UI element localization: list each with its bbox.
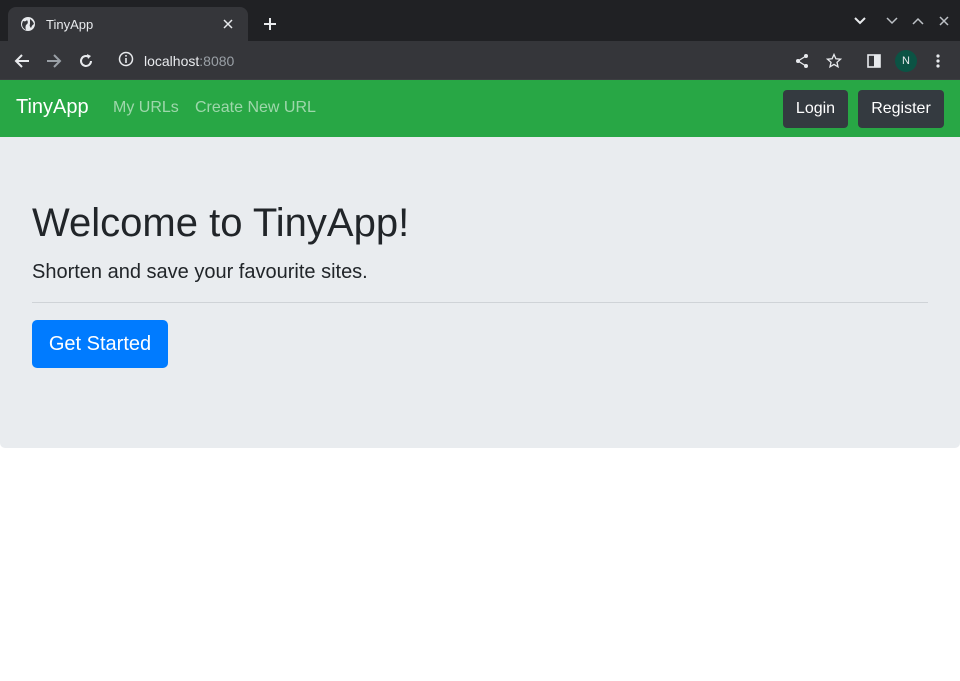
nav-link-create-new-url[interactable]: Create New URL [195,99,316,117]
hero-divider [32,302,928,303]
tab-search-icon[interactable] [851,12,869,30]
url-text: localhost:8080 [144,53,234,69]
login-button[interactable]: Login [783,90,848,128]
plus-icon[interactable] [258,12,282,36]
browser-tab-strip: TinyApp [0,0,960,41]
reload-icon[interactable] [74,49,98,73]
star-icon[interactable] [822,49,846,73]
minimize-icon[interactable] [883,12,901,30]
hero-lead: Shorten and save your favourite sites. [32,261,368,283]
globe-icon [20,16,36,32]
close-icon[interactable] [220,16,236,32]
window-close-icon[interactable] [935,12,953,30]
profile-avatar[interactable]: N [895,50,917,72]
url-port: :8080 [199,53,235,69]
side-panel-icon[interactable] [862,49,886,73]
hero-section: Welcome to TinyApp! Shorten and save you… [0,137,960,448]
nav-link-my-urls[interactable]: My URLs [113,99,179,117]
hero-heading: Welcome to TinyApp! [32,201,410,245]
info-icon[interactable] [118,51,134,72]
navbar-brand[interactable]: TinyApp [16,96,89,119]
back-icon[interactable] [10,49,34,73]
get-started-button[interactable]: Get Started [32,320,168,368]
maximize-icon[interactable] [909,12,927,30]
url-host: localhost [144,53,200,69]
browser-toolbar: localhost:8080 N [0,41,960,80]
tab-title: TinyApp [46,16,94,32]
share-icon[interactable] [790,49,814,73]
register-button[interactable]: Register [858,90,944,128]
site-navbar: TinyApp My URLs Create New URL Login Reg… [0,80,960,137]
address-bar[interactable]: localhost:8080 [108,45,850,77]
browser-tab[interactable]: TinyApp [8,7,248,41]
forward-icon[interactable] [42,49,66,73]
menu-icon[interactable] [926,49,950,73]
